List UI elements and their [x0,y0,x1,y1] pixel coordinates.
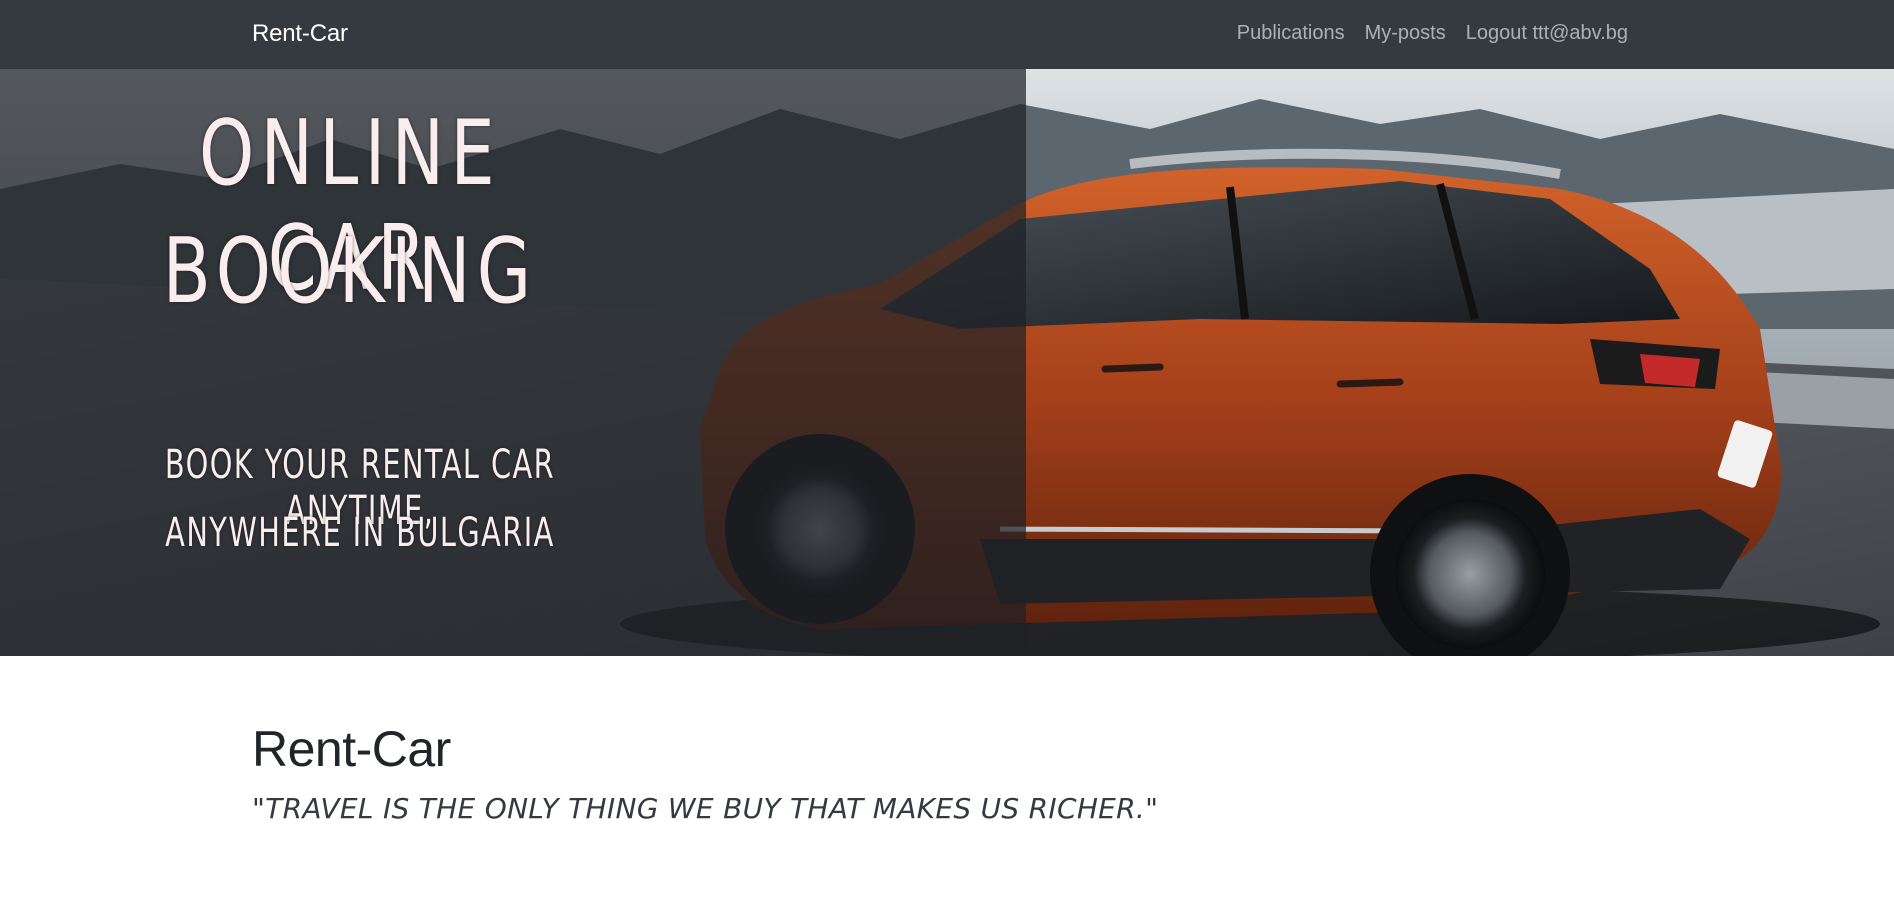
hero-banner: ONLINE CAR BOOKING BOOK YOUR RENTAL CAR … [0,69,1894,656]
hero-subtitle-line-2: ANYWHERE IN BULGARIA [165,510,555,556]
nav-link-logout[interactable]: Logout ttt@abv.bg [1466,22,1628,45]
main-content: Rent-Car "TRAVEL IS THE ONLY THING WE BU… [252,720,1158,825]
brand-link[interactable]: Rent-Car [252,20,348,48]
nav-links: Publications My-posts Logout ttt@abv.bg [1237,22,1628,45]
tagline-quote: "TRAVEL IS THE ONLY THING WE BUY THAT MA… [252,792,1159,825]
hero-title-line-2: BOOKING [162,219,538,324]
top-navbar: Rent-Car Publications My-posts Logout tt… [0,0,1894,69]
nav-link-my-posts[interactable]: My-posts [1365,22,1446,45]
page-heading: Rent-Car [252,721,451,777]
nav-link-publications[interactable]: Publications [1237,22,1345,45]
